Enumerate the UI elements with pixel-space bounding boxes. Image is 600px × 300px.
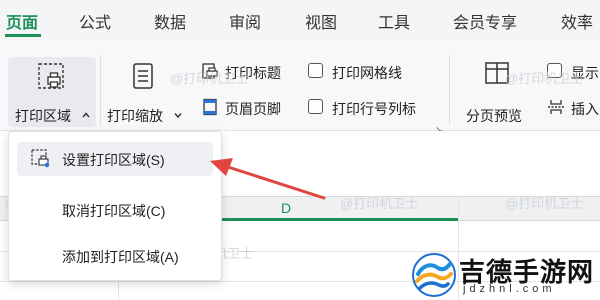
tab-review[interactable]: 审阅 (229, 9, 261, 33)
ribbon-separator (100, 55, 101, 125)
row-col-checkbox-box[interactable] (308, 99, 323, 114)
print-area-button[interactable]: 打印区域 (8, 57, 96, 127)
chevron-down-icon (174, 113, 182, 119)
site-logo: 吉德手游网 jdzhnl.com (411, 252, 596, 298)
ribbon-separator (449, 55, 450, 125)
tab-member[interactable]: 会员专享 (453, 9, 517, 33)
insert-label: 插入 (571, 101, 599, 117)
header-footer-icon (203, 98, 217, 116)
logo-emblem-icon (412, 253, 456, 297)
page-break-preview-label: 分页预览 (466, 108, 522, 124)
watermark-text: @打印机卫士 (170, 71, 249, 86)
print-scale-label: 打印缩放 (107, 108, 163, 124)
gridlines-checkbox-box[interactable] (308, 63, 323, 78)
tab-page-layout[interactable]: 页面 (6, 9, 38, 33)
print-area-icon (38, 63, 64, 89)
insert-page-break-icon (548, 100, 564, 114)
tab-view[interactable]: 视图 (305, 9, 337, 33)
menu-item-clear-print-area[interactable]: 取消打印区域(C) (17, 193, 213, 227)
watermark-text: @打印机卫士 (505, 196, 584, 211)
print-area-label: 打印区域 (15, 108, 71, 124)
tab-tools[interactable]: 工具 (378, 9, 410, 33)
watermark-text: @打印机卫士 (505, 71, 584, 86)
menu-item-label: 取消打印区域(C) (62, 203, 166, 219)
print-scale-icon (133, 63, 153, 89)
menu-item-label: 设置打印区域(S) (62, 152, 165, 168)
column-header-d-label: D (281, 200, 292, 216)
print-gridlines-label: 打印网格线 (332, 65, 402, 81)
print-row-col-label: 打印行号列标 (332, 101, 416, 117)
tab-data[interactable]: 数据 (154, 9, 186, 33)
watermark-text: @打印机卫士 (340, 196, 419, 211)
menu-item-set-print-area[interactable]: 设置打印区域(S) (17, 142, 213, 176)
print-area-dropdown: 设置打印区域(S) 取消打印区域(C) 添加到打印区域(A) (8, 131, 222, 281)
header-footer-label: 页眉页脚 (225, 101, 281, 117)
chevron-up-icon (82, 112, 90, 118)
set-print-area-icon (31, 149, 50, 168)
logo-subtext: jdzhnl.com (463, 283, 556, 295)
active-tab-indicator (5, 34, 41, 37)
tab-formulas[interactable]: 公式 (79, 9, 111, 33)
menu-item-label: 添加到打印区域(A) (62, 249, 179, 265)
ribbon-tab-bar: 页面 公式 数据 审阅 视图 工具 会员专享 效率 (0, 0, 600, 40)
tab-efficiency[interactable]: 效率 (561, 9, 593, 33)
menu-item-add-to-print-area[interactable]: 添加到打印区域(A) (17, 239, 213, 273)
